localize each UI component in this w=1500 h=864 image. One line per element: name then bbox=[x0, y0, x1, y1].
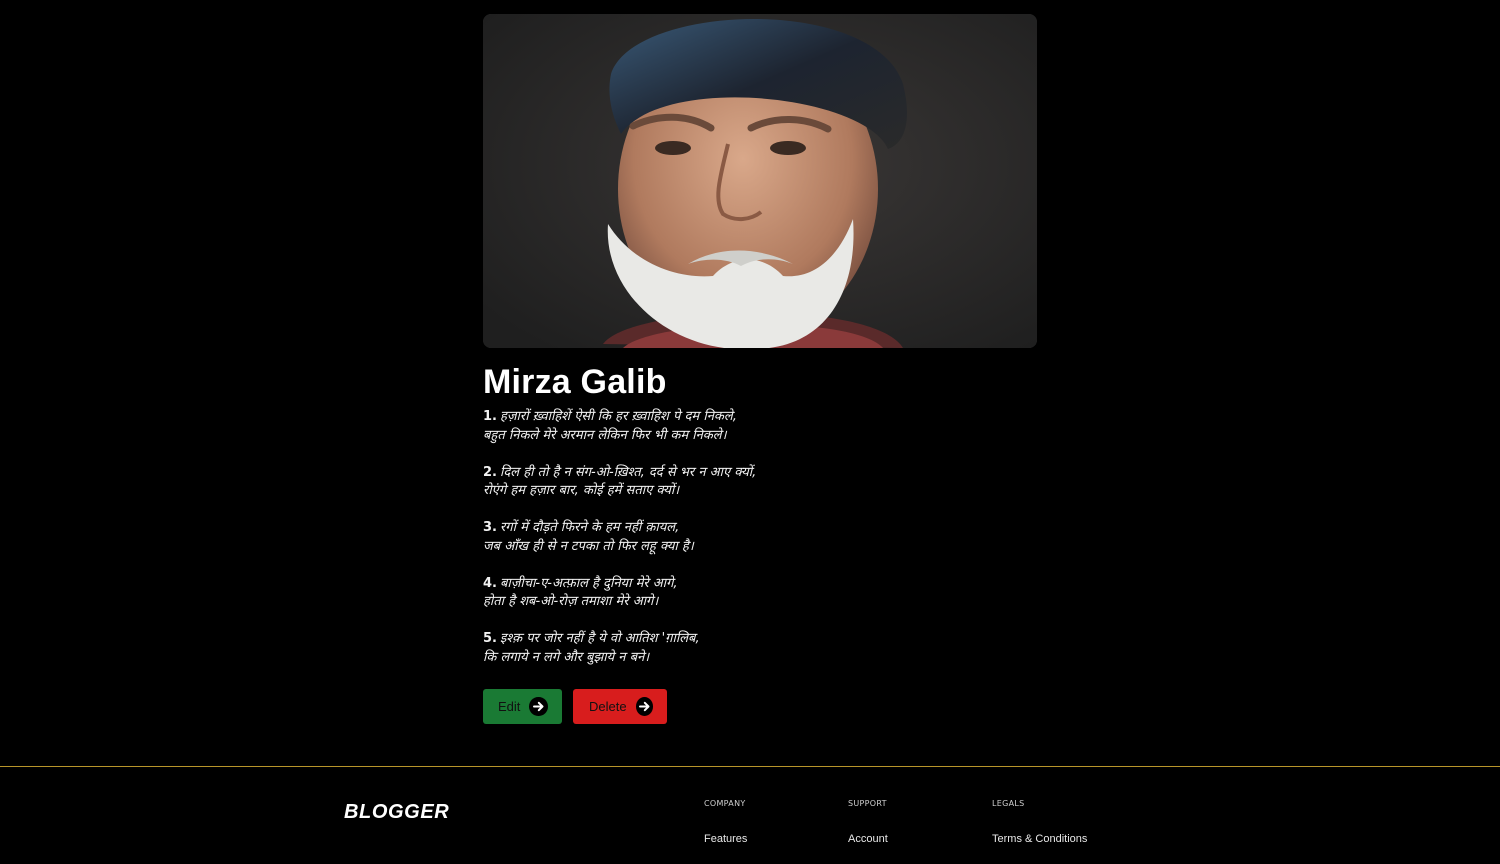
footer-link-account[interactable]: Account bbox=[848, 833, 888, 845]
footer-heading: COMPANY bbox=[704, 799, 746, 808]
footer-link-terms[interactable]: Terms & Conditions bbox=[992, 833, 1087, 845]
poem-line: कि लगाये न लगे और बुझाये न बने। bbox=[483, 649, 650, 665]
brand-logo[interactable]: BLOGGER bbox=[344, 801, 449, 824]
poem-text: हज़ारों ख़्वाहिशें ऐसी कि हर ख़्वाहिश पे… bbox=[499, 409, 737, 424]
post-actions: Edit Delete bbox=[483, 689, 667, 724]
poem-text: बाज़ीचा-ए-अत्फ़ाल है दुनिया मेरे आगे, bbox=[499, 575, 678, 591]
poem-line: 3. रगों में दौड़ते फिरने के हम नहीं क़ायल… bbox=[483, 519, 1037, 538]
footer-column-legals: LEGALS Terms & Conditions bbox=[992, 799, 1087, 845]
poem-number: 3. bbox=[483, 520, 497, 535]
post-title: Mirza Galib bbox=[483, 363, 667, 401]
poem-text: इश्क़ पर जोर नहीं है ये वो आतिश 'ग़ालिब, bbox=[499, 631, 700, 646]
poem-item: 3. रगों में दौड़ते फिरने के हम नहीं क़ायल… bbox=[483, 519, 1037, 556]
footer-heading: LEGALS bbox=[992, 799, 1025, 808]
delete-button[interactable]: Delete bbox=[573, 689, 667, 724]
footer-link-features[interactable]: Features bbox=[704, 833, 747, 845]
blog-article: Mirza Galib 1. हज़ारों ख़्वाहिशें ऐसी कि … bbox=[483, 14, 1037, 686]
footer-column-company: COMPANY Features bbox=[704, 799, 747, 845]
poem-line: रोएंगे हम हज़ार बार, कोई हमें सताए क्यों… bbox=[483, 483, 680, 498]
arrow-right-circle-icon bbox=[635, 697, 653, 716]
poem-item: 4. बाज़ीचा-ए-अत्फ़ाल है दुनिया मेरे आगे, … bbox=[483, 575, 1037, 612]
poem-text: रगों में दौड़ते फिरने के हम नहीं क़ायल, bbox=[499, 520, 680, 535]
site-footer: BLOGGER COMPANY Features SUPPORT Account… bbox=[0, 766, 1500, 864]
poem-list: 1. हज़ारों ख़्वाहिशें ऐसी कि हर ख़्वाहिश … bbox=[483, 408, 1037, 667]
poem-line: 2. दिल ही तो है न संग-ओ-ख़िश्त, दर्द से भ… bbox=[483, 464, 1037, 483]
arrow-right-circle-icon bbox=[529, 697, 548, 716]
page: Mirza Galib 1. हज़ारों ख़्वाहिशें ऐसी कि … bbox=[0, 0, 1500, 864]
poem-number: 1. bbox=[483, 409, 497, 424]
poem-number: 4. bbox=[483, 575, 497, 591]
delete-button-label: Delete bbox=[589, 699, 627, 714]
edit-button-label: Edit bbox=[498, 699, 521, 714]
poem-item: 2. दिल ही तो है न संग-ओ-ख़िश्त, दर्द से भ… bbox=[483, 464, 1037, 501]
edit-button[interactable]: Edit bbox=[483, 689, 562, 724]
poem-line: जब आँख ही से न टपका तो फिर लहू क्या है। bbox=[483, 538, 694, 554]
poem-line: बहुत निकले मेरे अरमान लेकिन फिर भी कम नि… bbox=[483, 427, 727, 443]
footer-column-support: SUPPORT Account bbox=[848, 799, 888, 845]
poem-line: 4. बाज़ीचा-ए-अत्फ़ाल है दुनिया मेरे आगे, bbox=[483, 575, 1037, 594]
footer-heading: SUPPORT bbox=[848, 799, 887, 808]
poem-line: 5. इश्क़ पर जोर नहीं है ये वो आतिश 'ग़ालि… bbox=[483, 630, 1037, 649]
poem-line: होता है शब-ओ-रोज़ तमाशा मेरे आगे। bbox=[483, 594, 659, 609]
poem-text: दिल ही तो है न संग-ओ-ख़िश्त, दर्द से भर … bbox=[499, 464, 757, 480]
poem-item: 5. इश्क़ पर जोर नहीं है ये वो आतिश 'ग़ालि… bbox=[483, 630, 1037, 667]
poem-number: 2. bbox=[483, 464, 497, 480]
portrait-image bbox=[483, 14, 1037, 348]
poem-number: 5. bbox=[483, 631, 497, 646]
poem-item: 1. हज़ारों ख़्वाहिशें ऐसी कि हर ख़्वाहिश … bbox=[483, 408, 1037, 445]
poem-line: 1. हज़ारों ख़्वाहिशें ऐसी कि हर ख़्वाहिश … bbox=[483, 408, 1037, 427]
